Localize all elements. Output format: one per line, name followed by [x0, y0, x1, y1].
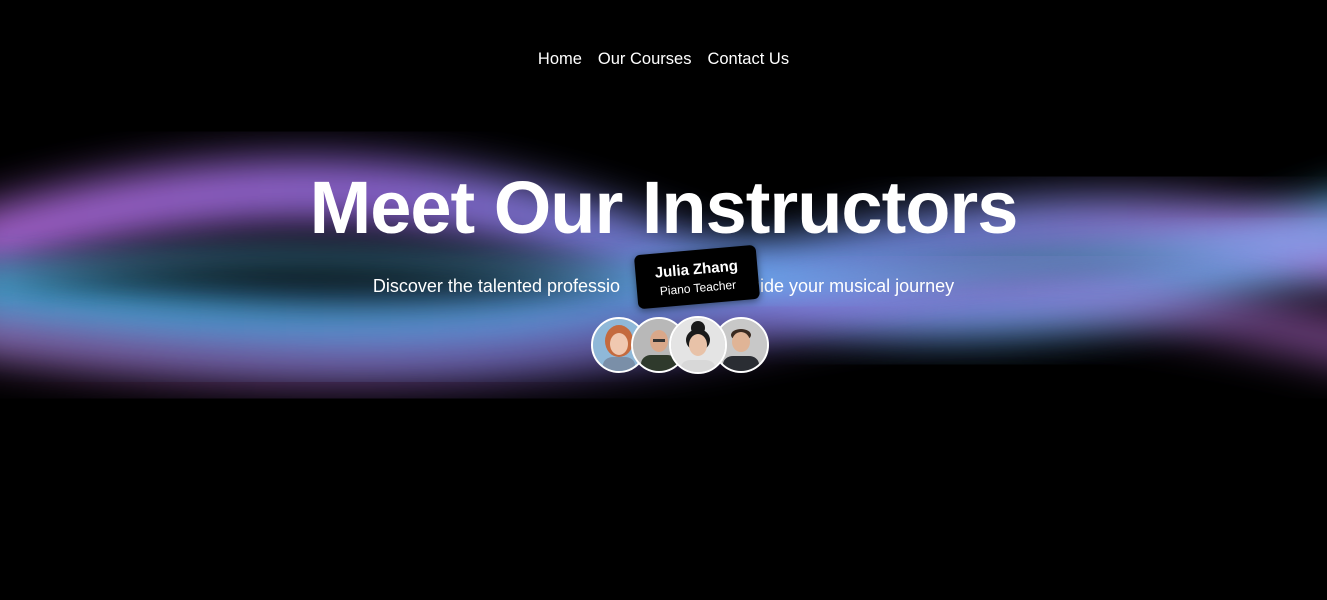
page-title: Meet Our Instructors [309, 166, 1019, 249]
page: Home Our Courses Contact Us Meet Our Ins… [0, 0, 1327, 600]
nav-home-link[interactable]: Home [538, 50, 582, 69]
main-nav: Home Our Courses Contact Us [0, 50, 1327, 69]
avatar-photo-3 [671, 318, 725, 372]
nav-contact-us-link[interactable]: Contact Us [707, 50, 789, 69]
instructor-avatar-julia-zhang[interactable] [669, 316, 727, 374]
hero-subtitle-part-2: uide your musical journey [750, 276, 955, 296]
nav-our-courses-link[interactable]: Our Courses [598, 50, 692, 69]
instructor-tooltip: Julia Zhang Piano Teacher [633, 244, 761, 310]
instructor-avatar-group [591, 316, 771, 374]
hero-subtitle-part-1: Discover the talented professio [372, 276, 621, 296]
